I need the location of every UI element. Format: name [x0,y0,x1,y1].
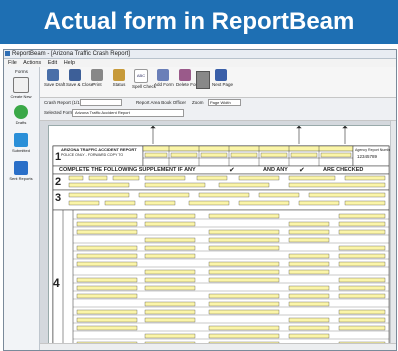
status-bar [40,343,396,350]
agency-report-label: Agency Report Number [355,148,393,152]
report-form-svg [52,126,390,350]
status-button[interactable]: Status [110,69,128,87]
menu-actions[interactable]: Actions [23,60,41,66]
vertical-scrollbar[interactable] [390,121,396,350]
app-window: ReportBeam - [Arizona Traffic Crash Repo… [3,49,397,351]
panel-sent-reports[interactable]: Sent Reports [9,161,33,181]
window-titlebar: ReportBeam - [Arizona Traffic Crash Repo… [4,50,396,59]
color-swatch[interactable] [196,71,210,89]
forms-panel: Forms Create New Drafts Submitted Sent R… [4,67,40,350]
panel-drafts[interactable]: Drafts [9,105,33,125]
forms-panel-heading: Forms [15,69,28,74]
save-close-button[interactable]: Save & Close [66,69,93,87]
save-icon [47,69,59,81]
agency-report-number[interactable]: 12345789 [357,154,377,159]
section-4-number: 4 [53,276,60,290]
form-count-field[interactable] [80,99,122,106]
document-icon [13,77,29,93]
sent-icon [14,161,28,175]
zoom-select[interactable]: Page Width [208,99,241,106]
drafts-icon [14,105,28,119]
form-count-label: Crash Report (1/1) [44,100,82,105]
app-icon [5,51,10,56]
delete-form-icon [179,69,191,81]
save-close-icon [69,69,81,81]
document-area: ARIZONA TRAFFIC ACCIDENT REPORT POLICE O… [40,121,396,350]
zoom-label: Zoom [192,100,204,105]
delete-form-button[interactable]: Delete Form [176,69,201,87]
next-page-button[interactable]: Next Page [212,69,233,87]
spell-check-button[interactable]: ABC Spell Check [132,69,156,89]
status-icon [113,69,125,81]
submitted-icon [14,133,28,147]
banner-title: Actual form in ReportBeam [0,0,398,44]
selected-form-select[interactable]: Arizona Traffic Accident Report [72,109,184,117]
location-label: Report Area Book Officer [136,100,186,105]
toolbar: Save Draft Save & Close Print Status ABC… [40,67,396,98]
add-form-icon [157,69,169,81]
section-3-number: 3 [55,192,62,204]
supplement-banner: COMPLETE THE FOLLOWING SUPPLEMENT IF ANY [59,167,196,173]
panel-create-new[interactable]: Create New [9,77,33,99]
panel-submitted[interactable]: Submitted [9,133,33,153]
next-page-icon [215,69,227,81]
spell-check-icon: ABC [134,69,148,83]
section-1-number: 1 [55,151,62,163]
supplement-checked: ARE CHECKED [323,167,364,173]
save-draft-button[interactable]: Save Draft [44,69,65,87]
police-use-text: POLICE ONLY - FORWARD COPY TO [61,153,124,157]
check-icon: ✔ [229,167,235,174]
menu-edit[interactable]: Edit [48,60,57,66]
selected-form-label: Selected Form: [44,110,75,115]
supplement-and: AND ANY [263,167,288,173]
check-icon-2: ✔ [299,167,305,174]
menu-file[interactable]: File [8,60,17,66]
section-2-number: 2 [55,176,62,188]
report-page[interactable]: ARIZONA TRAFFIC ACCIDENT REPORT POLICE O… [48,125,394,350]
form-selector-row: Crash Report (1/1) Report Area Book Offi… [40,98,396,121]
form-title: ARIZONA TRAFFIC ACCIDENT REPORT [61,147,137,152]
print-icon [91,69,103,81]
menu-help[interactable]: Help [64,60,75,66]
print-button[interactable]: Print [88,69,106,87]
add-form-button[interactable]: Add Form [154,69,174,87]
window-title: ReportBeam - [Arizona Traffic Crash Repo… [12,51,130,57]
